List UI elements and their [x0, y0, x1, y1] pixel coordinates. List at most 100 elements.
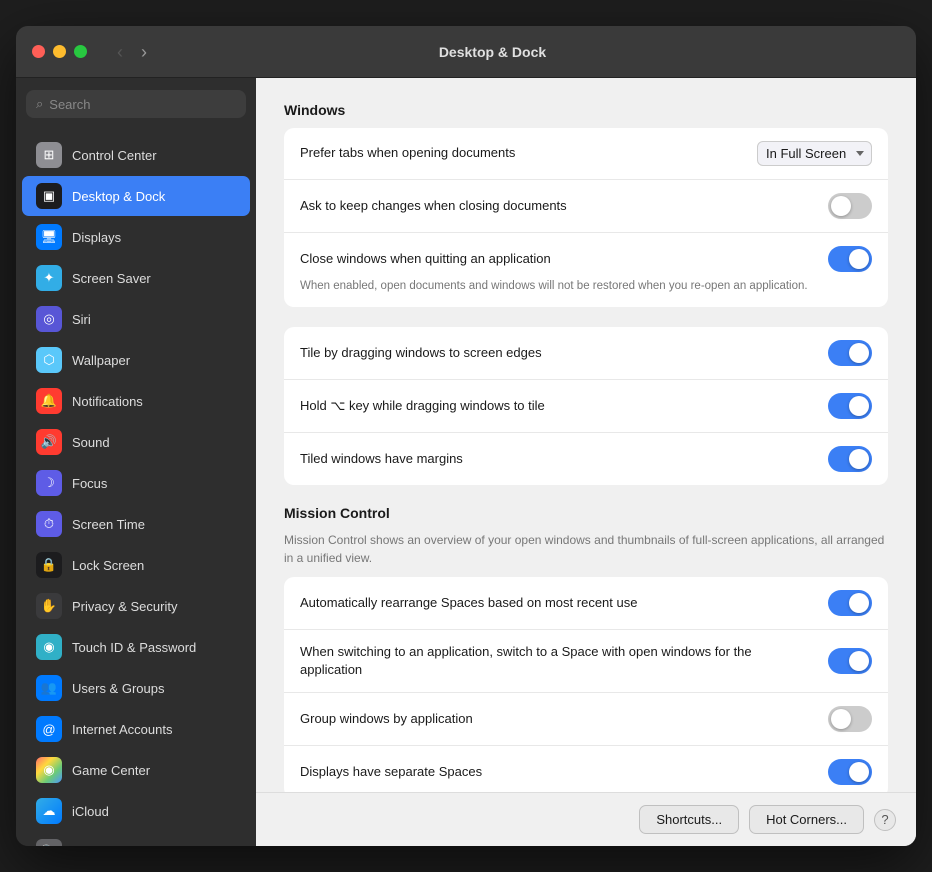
setting-label-separate-spaces: Displays have separate Spaces — [300, 763, 816, 781]
icloud-icon: ☁ — [36, 798, 62, 824]
sidebar-item-label-sound: Sound — [72, 435, 110, 450]
sidebar-item-label-focus: Focus — [72, 476, 107, 491]
traffic-lights — [32, 45, 87, 58]
setting-label-auto-rearrange: Automatically rearrange Spaces based on … — [300, 594, 816, 612]
setting-row-separate-spaces: Displays have separate Spaces — [284, 746, 888, 792]
internet-accounts-icon: @ — [36, 716, 62, 742]
setting-label-switch-space: When switching to an application, switch… — [300, 643, 816, 679]
sidebar-item-lock-screen[interactable]: 🔒 Lock Screen — [22, 545, 250, 585]
setting-note-close-windows: When enabled, open documents and windows… — [300, 276, 872, 294]
setting-label-close-windows: Close windows when quitting an applicati… — [300, 250, 816, 268]
sidebar: ⌕ ⊞Control Center ▣ Desktop & Dock 🖥 Display… — [16, 78, 256, 846]
settings-card-mission-control: Automatically rearrange Spaces based on … — [284, 577, 888, 792]
main-window: ‹ › Desktop & Dock ⌕ ⊞Control Center ▣ Des… — [16, 26, 916, 846]
sidebar-item-label-desktop-dock: Desktop & Dock — [72, 189, 165, 204]
nav-buttons: ‹ › — [111, 41, 153, 63]
setting-row-prefer-tabs: Prefer tabs when opening documents Always… — [284, 128, 888, 180]
setting-label-tile-drag: Tile by dragging windows to screen edges — [300, 344, 816, 362]
toggle-ask-keep-changes[interactable] — [828, 193, 872, 219]
sidebar-item-wallpaper[interactable]: ⬡Wallpaper — [22, 340, 250, 380]
sidebar-item-icloud[interactable]: ☁ iCloud — [22, 791, 250, 831]
settings-card-windows: Prefer tabs when opening documents Always… — [284, 128, 888, 307]
screen-saver-icon: ✦ — [36, 265, 62, 291]
panel-content: WindowsPrefer tabs when opening document… — [256, 78, 916, 792]
displays-icon: 🖥 — [36, 224, 62, 250]
setting-row-tile-drag: Tile by dragging windows to screen edges — [284, 327, 888, 380]
window-title: Desktop & Dock — [165, 44, 820, 60]
sidebar-item-focus[interactable]: ☽ Focus — [22, 463, 250, 503]
sidebar-item-control-center[interactable]: ⊞Control Center — [22, 135, 250, 175]
toggle-hold-key-drag[interactable] — [828, 393, 872, 419]
sidebar-item-label-wallpaper: Wallpaper — [72, 353, 130, 368]
search-bar[interactable]: ⌕ — [26, 90, 246, 118]
setting-row-group-windows: Group windows by application — [284, 693, 888, 746]
sidebar-item-label-notifications: Notifications — [72, 394, 143, 409]
settings-card-tiling: Tile by dragging windows to screen edges… — [284, 327, 888, 485]
setting-row-hold-key-drag: Hold ⌥ key while dragging windows to til… — [284, 380, 888, 433]
setting-label-group-windows: Group windows by application — [300, 710, 816, 728]
close-button[interactable] — [32, 45, 45, 58]
forward-button[interactable]: › — [135, 41, 153, 63]
sidebar-item-label-touch-id-password: Touch ID & Password — [72, 640, 196, 655]
toggle-separate-spaces[interactable] — [828, 759, 872, 785]
minimize-button[interactable] — [53, 45, 66, 58]
touch-id-password-icon: ◉ — [36, 634, 62, 660]
focus-icon: ☽ — [36, 470, 62, 496]
setting-label-hold-key-drag: Hold ⌥ key while dragging windows to til… — [300, 397, 816, 415]
section-title-mission-control: Mission Control — [284, 505, 888, 521]
shortcuts-button[interactable]: Shortcuts... — [639, 805, 739, 834]
toggle-auto-rearrange[interactable] — [828, 590, 872, 616]
sidebar-item-label-internet-accounts: Internet Accounts — [72, 722, 172, 737]
titlebar: ‹ › Desktop & Dock — [16, 26, 916, 78]
sidebar-item-game-center[interactable]: ◉ Game Center — [22, 750, 250, 790]
sidebar-item-label-spotlight: Spotlight — [72, 845, 123, 847]
sidebar-item-notifications[interactable]: 🔔Notifications — [22, 381, 250, 421]
sidebar-item-label-game-center: Game Center — [72, 763, 150, 778]
siri-icon: ◎ — [36, 306, 62, 332]
help-button[interactable]: ? — [874, 809, 896, 831]
toggle-switch-space[interactable] — [828, 648, 872, 674]
sidebar-item-desktop-dock[interactable]: ▣ Desktop & Dock — [22, 176, 250, 216]
sidebar-item-spotlight[interactable]: 🔍 Spotlight — [22, 832, 250, 846]
setting-row-auto-rearrange: Automatically rearrange Spaces based on … — [284, 577, 888, 630]
screen-time-icon: ⏱ — [36, 511, 62, 537]
search-input[interactable] — [49, 97, 236, 112]
setting-row-ask-keep-changes: Ask to keep changes when closing documen… — [284, 180, 888, 233]
toggle-group-windows[interactable] — [828, 706, 872, 732]
sidebar-item-screen-time[interactable]: ⏱ Screen Time — [22, 504, 250, 544]
sidebar-item-users-groups[interactable]: 👥Users & Groups — [22, 668, 250, 708]
toggle-tile-drag[interactable] — [828, 340, 872, 366]
sidebar-item-screen-saver[interactable]: ✦ Screen Saver — [22, 258, 250, 298]
setting-row-close-windows: Close windows when quitting an applicati… — [284, 233, 888, 307]
game-center-icon: ◉ — [36, 757, 62, 783]
users-groups-icon: 👥 — [36, 675, 62, 701]
lock-screen-icon: 🔒 — [36, 552, 62, 578]
setting-label-prefer-tabs: Prefer tabs when opening documents — [300, 144, 745, 162]
sidebar-item-label-screen-time: Screen Time — [72, 517, 145, 532]
sidebar-item-label-screen-saver: Screen Saver — [72, 271, 151, 286]
sidebar-list: ⊞Control Center ▣ Desktop & Dock 🖥 Displays ✦… — [16, 130, 256, 846]
sidebar-item-label-displays: Displays — [72, 230, 121, 245]
sidebar-item-internet-accounts[interactable]: @ Internet Accounts — [22, 709, 250, 749]
back-button[interactable]: ‹ — [111, 41, 129, 63]
sidebar-item-privacy-security[interactable]: ✋ Privacy & Security — [22, 586, 250, 626]
sidebar-item-label-control-center: Control Center — [72, 148, 157, 163]
panel-footer: Shortcuts... Hot Corners... ? — [256, 792, 916, 846]
privacy-security-icon: ✋ — [36, 593, 62, 619]
sidebar-item-sound[interactable]: 🔊 Sound — [22, 422, 250, 462]
sidebar-item-label-lock-screen: Lock Screen — [72, 558, 144, 573]
sidebar-item-siri[interactable]: ◎Siri — [22, 299, 250, 339]
sidebar-item-label-privacy-security: Privacy & Security — [72, 599, 177, 614]
sidebar-item-label-icloud: iCloud — [72, 804, 109, 819]
desktop-dock-icon: ▣ — [36, 183, 62, 209]
spotlight-icon: 🔍 — [36, 839, 62, 846]
maximize-button[interactable] — [74, 45, 87, 58]
toggle-close-windows[interactable] — [828, 246, 872, 272]
toggle-tiled-margins[interactable] — [828, 446, 872, 472]
sidebar-item-displays[interactable]: 🖥 Displays — [22, 217, 250, 257]
sound-icon: 🔊 — [36, 429, 62, 455]
hot-corners-button[interactable]: Hot Corners... — [749, 805, 864, 834]
setting-select-prefer-tabs[interactable]: AlwaysIn Full ScreenManually — [757, 141, 872, 166]
search-icon: ⌕ — [36, 96, 43, 112]
sidebar-item-touch-id-password[interactable]: ◉ Touch ID & Password — [22, 627, 250, 667]
